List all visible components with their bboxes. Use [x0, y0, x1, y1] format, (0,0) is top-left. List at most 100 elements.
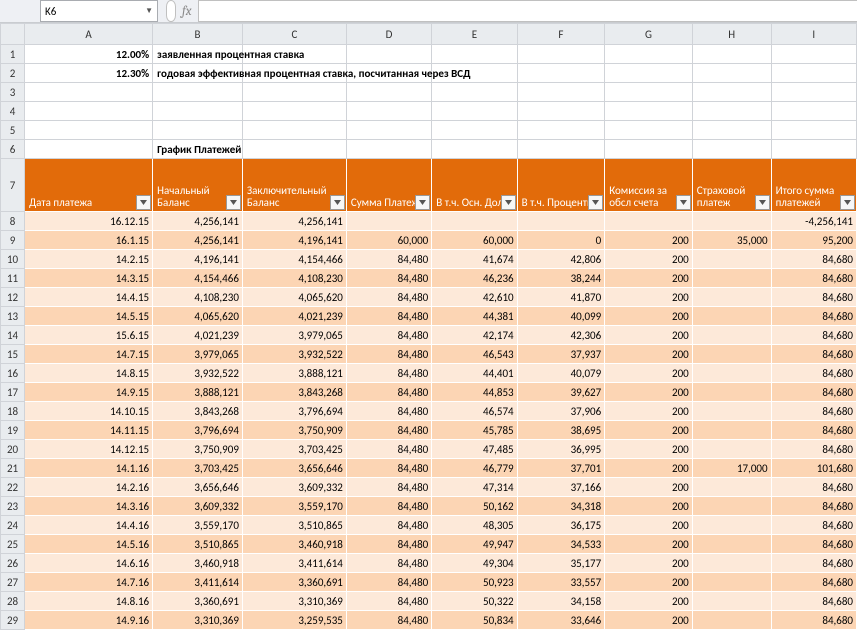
cell[interactable]: годовая эффективная процентная ставка, п…	[153, 64, 243, 83]
cell[interactable]: 84,680	[771, 611, 856, 630]
col-header-D[interactable]: D	[346, 24, 431, 45]
cell[interactable]: 39,627	[517, 383, 605, 402]
cell[interactable]: 3,796,694	[242, 402, 346, 421]
row-header[interactable]: 18	[1, 402, 25, 421]
cell[interactable]	[242, 140, 346, 159]
filter-dropdown-icon[interactable]	[415, 195, 430, 210]
row-header[interactable]: 19	[1, 421, 25, 440]
cell[interactable]: 14.2.16	[25, 478, 153, 497]
cell[interactable]: 200	[605, 592, 693, 611]
cell[interactable]	[692, 402, 771, 421]
cell[interactable]	[605, 102, 693, 121]
table-column-header[interactable]: В т.ч. Проценты	[517, 159, 605, 212]
cell[interactable]	[771, 102, 856, 121]
cell[interactable]: 84,480	[346, 497, 431, 516]
cell[interactable]: 84,480	[346, 326, 431, 345]
cell[interactable]: 3,750,909	[153, 440, 243, 459]
cell[interactable]: 14.6.16	[25, 554, 153, 573]
cell[interactable]: 60,000	[346, 231, 431, 250]
cell[interactable]: 14.7.16	[25, 573, 153, 592]
col-header-E[interactable]: E	[432, 24, 517, 45]
row-header[interactable]: 4	[1, 102, 25, 121]
cell[interactable]: 3,510,865	[242, 516, 346, 535]
cell[interactable]: 41,674	[432, 250, 517, 269]
cell[interactable]: 95,200	[771, 231, 856, 250]
row-header[interactable]: 27	[1, 573, 25, 592]
cell[interactable]	[432, 102, 517, 121]
filter-dropdown-icon[interactable]	[755, 195, 770, 210]
row-header[interactable]: 23	[1, 497, 25, 516]
filter-dropdown-icon[interactable]	[840, 195, 855, 210]
cell[interactable]: 84,680	[771, 364, 856, 383]
cell[interactable]: 84,680	[771, 592, 856, 611]
cell[interactable]: 4,196,141	[153, 250, 243, 269]
cell[interactable]: 4,021,239	[153, 326, 243, 345]
cell[interactable]	[692, 440, 771, 459]
cell[interactable]: 16.12.15	[25, 212, 153, 231]
cell[interactable]: 200	[605, 459, 693, 478]
cell[interactable]: 4,065,620	[242, 288, 346, 307]
cell[interactable]	[771, 45, 856, 64]
cell[interactable]: 14.5.16	[25, 535, 153, 554]
table-column-header[interactable]: В т.ч. Осн. Долг	[432, 159, 517, 212]
cell[interactable]: 3,888,121	[242, 364, 346, 383]
cell[interactable]: 3,609,332	[153, 497, 243, 516]
cell[interactable]: 84,480	[346, 402, 431, 421]
cell[interactable]: 46,779	[432, 459, 517, 478]
cell[interactable]	[692, 497, 771, 516]
cell[interactable]: 3,360,691	[242, 573, 346, 592]
row-header[interactable]: 22	[1, 478, 25, 497]
cell[interactable]: 3,703,425	[242, 440, 346, 459]
cell[interactable]: 84,680	[771, 440, 856, 459]
row-header[interactable]: 14	[1, 326, 25, 345]
cell[interactable]: 49,947	[432, 535, 517, 554]
cell[interactable]: 84,480	[346, 383, 431, 402]
cell[interactable]: 84,480	[346, 364, 431, 383]
cell[interactable]: 200	[605, 440, 693, 459]
cell[interactable]: 84,680	[771, 497, 856, 516]
cell[interactable]: 200	[605, 326, 693, 345]
col-header-C[interactable]: C	[242, 24, 346, 45]
cell[interactable]: 34,158	[517, 592, 605, 611]
row-header[interactable]: 17	[1, 383, 25, 402]
cell[interactable]: 60,000	[432, 231, 517, 250]
col-header-H[interactable]: H	[692, 24, 771, 45]
cell[interactable]: 3,796,694	[153, 421, 243, 440]
cell[interactable]: 84,480	[346, 459, 431, 478]
table-column-header[interactable]: Дата платежа	[25, 159, 153, 212]
cell[interactable]: 14.8.15	[25, 364, 153, 383]
cell[interactable]: 84,480	[346, 535, 431, 554]
cell[interactable]: 84,680	[771, 535, 856, 554]
cell[interactable]: 49,304	[432, 554, 517, 573]
row-header[interactable]: 11	[1, 269, 25, 288]
cell[interactable]: 12.30%	[25, 64, 153, 83]
cell[interactable]	[346, 83, 431, 102]
cell[interactable]: 42,610	[432, 288, 517, 307]
cell[interactable]: 48,305	[432, 516, 517, 535]
cell[interactable]	[25, 121, 153, 140]
cell[interactable]: 200	[605, 516, 693, 535]
table-column-header[interactable]: Страховой платеж	[692, 159, 771, 212]
row-header[interactable]: 1	[1, 45, 25, 64]
cell[interactable]: 84,480	[346, 611, 431, 630]
table-column-header[interactable]: Начальный Баланс	[153, 159, 243, 212]
row-header[interactable]: 20	[1, 440, 25, 459]
cell[interactable]: 3,411,614	[242, 554, 346, 573]
cell[interactable]: 37,166	[517, 478, 605, 497]
cell[interactable]: 46,236	[432, 269, 517, 288]
cell[interactable]	[771, 64, 856, 83]
row-header[interactable]: 6	[1, 140, 25, 159]
cell[interactable]: 35,177	[517, 554, 605, 573]
row-header[interactable]: 26	[1, 554, 25, 573]
cell[interactable]: 3,259,535	[242, 611, 346, 630]
cell[interactable]: 200	[605, 364, 693, 383]
row-header[interactable]: 8	[1, 212, 25, 231]
row-header[interactable]: 29	[1, 611, 25, 630]
cell[interactable]	[517, 140, 605, 159]
cell[interactable]: 3,460,918	[153, 554, 243, 573]
cell[interactable]: 84,680	[771, 307, 856, 326]
cell[interactable]: 200	[605, 535, 693, 554]
cell[interactable]	[605, 140, 693, 159]
cell[interactable]: 47,485	[432, 440, 517, 459]
formula-input[interactable]	[198, 0, 857, 22]
